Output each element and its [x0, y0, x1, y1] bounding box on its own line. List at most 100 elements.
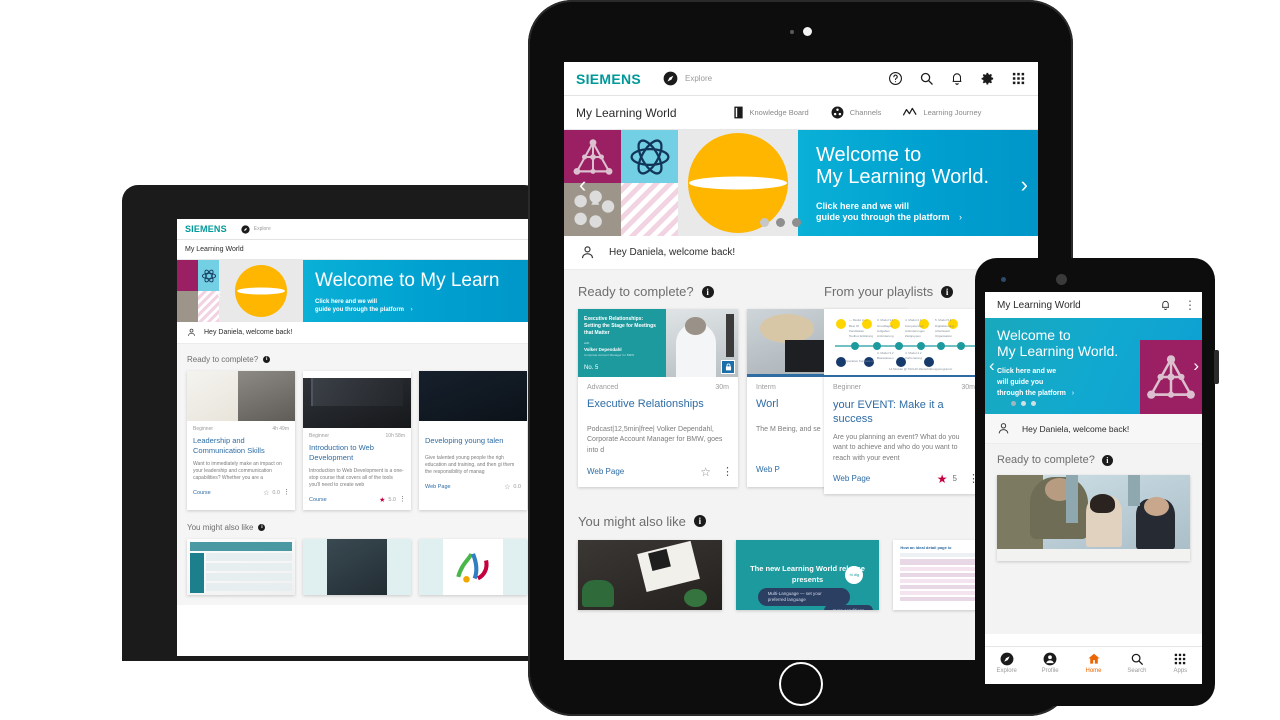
- card-pill: Multi-Language — set your preferred lang…: [757, 587, 850, 606]
- card-level: Beginner: [193, 426, 214, 432]
- svg-text:Anforderung: Anforderung: [877, 334, 894, 338]
- phone-hero-banner[interactable]: Welcome to My Learning World. Click here…: [985, 318, 1202, 414]
- rating-star-icon[interactable]: ☆: [700, 465, 711, 479]
- section-might-like-label: You might also like: [578, 513, 686, 529]
- hero-carousel-dots[interactable]: [760, 218, 801, 227]
- tile-network-icon: [177, 260, 198, 291]
- svg-text:Arbeitswelt: Arbeitswelt: [935, 329, 950, 333]
- page-title: My Learning World: [576, 105, 677, 120]
- card-thumb-meeting[interactable]: [997, 475, 1190, 561]
- tablet-screen: SIEMENS Explore My Learning World Knowle…: [564, 62, 1038, 660]
- nav-label: Search: [1127, 668, 1147, 674]
- hero-tiles: [177, 260, 219, 322]
- card-executive-relationships[interactable]: Executive Relationships: Setting the Sta…: [578, 309, 738, 487]
- hero-title-line2: My Learning World.: [816, 166, 990, 189]
- hero-prev-button[interactable]: ‹: [989, 356, 995, 376]
- card-thumb-colorful[interactable]: [419, 538, 527, 595]
- rating-star-icon[interactable]: ☆: [263, 489, 269, 497]
- kebab-menu-icon[interactable]: ⋮: [1184, 299, 1196, 310]
- tile-chevron-pattern: [198, 291, 219, 322]
- info-icon: i: [941, 285, 954, 298]
- info-icon: i: [693, 515, 706, 528]
- card-overflow-menu-icon[interactable]: ⋮: [968, 473, 979, 484]
- laptop-device: SIEMENS Explore My Learning World Welcom…: [122, 185, 540, 661]
- bottom-nav-apps[interactable]: Apps: [1159, 652, 1202, 684]
- nav-learning-journey[interactable]: Learning Journey: [903, 107, 981, 118]
- siemens-logo: SIEMENS: [185, 224, 227, 234]
- svg-text:4. Modul 4.2: 4. Modul 4.2: [905, 351, 922, 355]
- thumb-speaker-role: Corporate Account Manager for BMW: [584, 353, 635, 358]
- thumb-speaker: Volker Dependahl: [584, 347, 622, 353]
- hero-next-button[interactable]: ›: [1021, 172, 1028, 198]
- tile-network-icon: [564, 130, 621, 183]
- card-thumb-release[interactable]: The new Learning World release presents …: [735, 539, 880, 610]
- help-icon[interactable]: [888, 71, 903, 86]
- hero-prev-button[interactable]: ‹: [579, 172, 586, 198]
- search-icon[interactable]: [919, 71, 934, 86]
- card-title[interactable]: Developing young talen: [425, 436, 521, 446]
- explore-button[interactable]: Explore: [663, 71, 712, 86]
- bottom-nav-profile[interactable]: Profile: [1028, 652, 1071, 684]
- bottom-nav-search[interactable]: Search: [1115, 652, 1158, 684]
- card-thumb-desk[interactable]: [578, 539, 722, 610]
- card-web-development[interactable]: Beginner 10h 58m Introduction to Web Dev…: [303, 371, 411, 510]
- card-overflow-menu-icon[interactable]: ⋮: [722, 466, 733, 477]
- nav-channels[interactable]: Channels: [831, 106, 882, 119]
- home-icon: [1087, 652, 1101, 666]
- card-title[interactable]: Executive Relationships: [587, 398, 729, 412]
- card-title[interactable]: Leadership and Communication Skills: [193, 436, 289, 456]
- card-thumbnail: Executive Relationships: Setting the Sta…: [578, 309, 738, 377]
- rating-star-icon[interactable]: ★: [937, 472, 948, 486]
- nav-label: Explore: [996, 668, 1017, 674]
- phone-power-button[interactable]: [1214, 350, 1219, 384]
- card-rating: 0.0: [513, 483, 521, 490]
- nav-label: Channels: [849, 108, 882, 117]
- hero-text-panel: Welcome to My Learn Click here and we wi…: [303, 260, 537, 322]
- svg-text:Organisation: Organisation: [935, 334, 952, 338]
- svg-text:Kompetenzen: Kompetenzen: [905, 324, 924, 328]
- tablet-hero-banner[interactable]: Welcome to My Learning World. Click here…: [564, 130, 1038, 236]
- notifications-icon[interactable]: [950, 71, 964, 86]
- hero-title-line1: Welcome to: [816, 144, 922, 166]
- apps-grid-icon[interactable]: [1011, 71, 1026, 86]
- card-thumbnail: — Modul 2 — 3. Modul 3.1 4. Modul 4.1 5. Mo…: [824, 309, 984, 377]
- nav-knowledge-board[interactable]: Knowledge Board: [733, 106, 809, 119]
- tablet-home-button[interactable]: [778, 662, 823, 706]
- tablet-camera: [789, 27, 812, 36]
- laptop-appbar: SIEMENS Explore: [177, 219, 537, 240]
- hero-next-button[interactable]: ›: [1193, 356, 1199, 376]
- card-title[interactable]: your EVENT: Make it a success: [833, 398, 975, 427]
- card-leadership[interactable]: Beginner 4h 49m Leadership and Communica…: [187, 371, 295, 510]
- bell-icon[interactable]: [1160, 299, 1171, 311]
- greeting-text: Hey Daniela, welcome back!: [204, 329, 293, 336]
- card-young-talent[interactable]: Developing young talen Give talented you…: [419, 371, 527, 510]
- screenshot-stage: SIEMENS Explore My Learning World Welcom…: [0, 0, 1280, 720]
- bottom-nav-explore[interactable]: Explore: [985, 652, 1028, 684]
- apps-grid-icon: [1173, 652, 1187, 666]
- card-thumb-roadmap[interactable]: [187, 538, 295, 595]
- nav-label: Apps: [1173, 668, 1188, 674]
- card-pill-2: more conditions: [823, 604, 874, 610]
- hero-carousel-dots[interactable]: [1011, 401, 1036, 406]
- card-your-event[interactable]: — Modul 2 — 3. Modul 3.1 4. Modul 4.1 5. Mo…: [824, 309, 984, 494]
- rating-star-icon[interactable]: ★: [379, 496, 385, 504]
- card-overflow-menu-icon[interactable]: ⋮: [399, 496, 406, 503]
- explore-button[interactable]: Explore: [241, 224, 271, 234]
- svg-text:14 Module @ TACHO Weiterbildun: 14 Module @ TACHO Weiterbildungsprogramm: [889, 367, 953, 371]
- tile-dots-icon: [564, 183, 621, 236]
- rating-star-icon[interactable]: ☆: [504, 483, 510, 491]
- svg-text:Aufgaben: Aufgaben: [877, 329, 890, 333]
- card-description: Give talented young people the righ educ…: [425, 454, 515, 476]
- card-title[interactable]: Introduction to Web Development: [309, 443, 405, 463]
- card-type: Web Page: [833, 474, 871, 484]
- laptop-hero-banner[interactable]: Welcome to My Learn Click here and we wi…: [177, 260, 537, 322]
- hero-prev-button[interactable]: ‹: [217, 286, 221, 301]
- hero-sub-line3: through the platform: [997, 389, 1066, 397]
- bottom-nav-home[interactable]: Home: [1072, 652, 1115, 684]
- card-thumb-perspectives[interactable]: [303, 538, 411, 595]
- hero-sub-line2: will guide you: [997, 379, 1044, 387]
- card-overflow-menu-icon[interactable]: ⋮: [283, 489, 290, 496]
- settings-icon[interactable]: [980, 71, 995, 86]
- phone-screen: My Learning World ⋮ Welcome to My Learni…: [985, 292, 1202, 684]
- greeting-text: Hey Daniela, welcome back!: [1022, 423, 1130, 434]
